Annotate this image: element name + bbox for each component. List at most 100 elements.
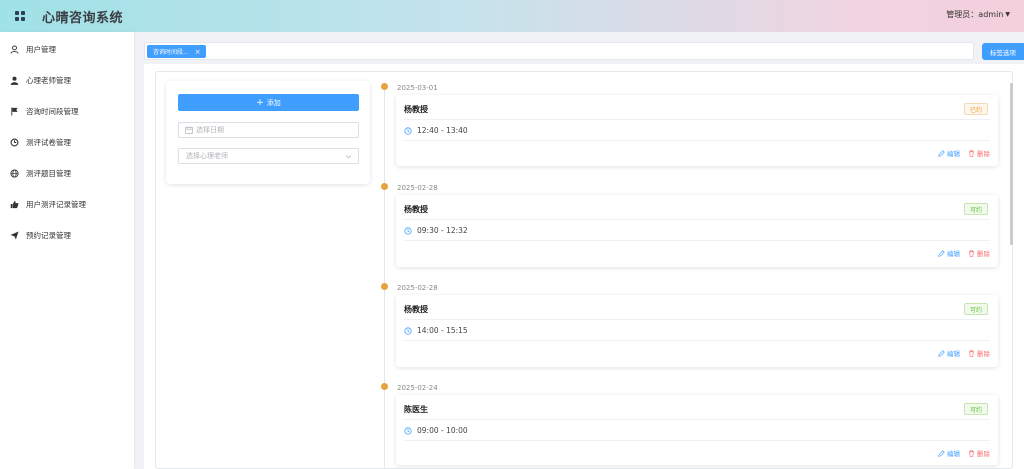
sidebar-item-papers[interactable]: 测评试卷管理 [0,127,134,158]
card-actions: 编辑 删除 [930,248,990,258]
edit-button[interactable]: 编辑 [938,448,960,458]
status-badge: 已约 [963,103,988,115]
timeslot-card: 杨教授 可约 14:00 - 15:15 编辑 删除 [396,295,998,367]
sidebar-item-label: 用户管理 [26,45,56,54]
plus-icon: + [256,97,264,108]
status-badge: 可约 [963,203,988,215]
teacher-name: 杨教授 [404,205,428,214]
delete-button[interactable]: 删除 [968,448,990,458]
sidebar-item-label: 预约记录管理 [26,231,71,240]
add-button[interactable]: + 添加 [178,94,359,111]
time-text: 09:30 - 12:32 [417,226,468,235]
timeline-dot [381,83,388,90]
divider [404,119,990,120]
status-badge: 可约 [963,303,988,315]
tab-label: 咨询时间段... [153,49,189,56]
close-icon[interactable]: × [195,48,201,56]
teacher-name: 陈医生 [404,405,428,414]
top-header: 心晴咨询系统 管理员：admin ▼ [0,0,1024,32]
refresh-circle-icon [9,138,19,148]
trash-icon [969,149,974,157]
timeslot-card: 陈医生 可约 09:00 - 10:00 编辑 删除 [396,395,998,465]
sidebar-item-appointments[interactable]: 预约记录管理 [0,220,134,251]
calendar-icon [185,126,193,134]
tab-timeslot-management[interactable]: 咨询时间段... × [147,45,206,58]
edit-label: 编辑 [947,150,960,158]
clock-icon [404,426,412,435]
tabs-bar: 咨询时间段... × [144,42,974,60]
timeline-dot [381,383,388,390]
edit-button[interactable]: 编辑 [938,348,960,358]
date-picker-input[interactable]: 选择日期 [178,122,359,138]
divider [404,340,990,341]
sidebar-item-users[interactable]: 用户管理 [0,34,134,65]
clock-icon [404,126,412,135]
clock-icon [404,226,412,235]
status-badge: 可约 [963,403,988,415]
divider [404,440,990,441]
delete-label: 删除 [977,150,990,158]
edit-label: 编辑 [947,350,960,358]
sidebar-item-questions[interactable]: 测评题目管理 [0,158,134,189]
time-range: 14:00 - 15:15 [404,326,468,335]
tag-options-label: 标签选项 [990,48,1016,57]
timeline-dot [381,183,388,190]
delete-button[interactable]: 删除 [968,348,990,358]
delete-label: 删除 [977,350,990,358]
divider [404,419,990,420]
user-filled-icon [9,76,19,86]
divider [404,140,990,141]
sidebar-item-teachers[interactable]: 心理老师管理 [0,65,134,96]
timeslot-card: 杨教授 可约 09:30 - 12:32 编辑 删除 [396,195,998,267]
delete-button[interactable]: 删除 [968,148,990,158]
tag-options-button[interactable]: 标签选项 [982,43,1024,60]
timeline-date: 2025-03-01 [397,84,438,92]
time-range: 09:30 - 12:32 [404,226,468,235]
user-outline-icon [9,45,19,55]
trash-icon [969,249,974,257]
teacher-placeholder: 选择心理老师 [186,152,228,160]
delete-label: 删除 [977,450,990,458]
globe-icon [9,169,19,179]
caret-down-icon: ▼ [1005,11,1010,18]
admin-dropdown[interactable]: 管理员：admin ▼ [946,9,1010,20]
delete-label: 删除 [977,250,990,258]
card-actions: 编辑 删除 [930,348,990,358]
edit-icon [938,349,945,357]
grid-menu-icon [15,11,25,21]
app-title: 心晴咨询系统 [42,10,124,26]
scrollbar-thumb[interactable] [1010,83,1013,245]
clock-icon [404,326,412,335]
sidebar: 用户管理 心理老师管理 咨询时间段管理 测评试卷管理 测评题目管理 用户测评记录… [0,32,134,469]
timeline-date: 2025-02-28 [397,184,438,192]
divider [404,319,990,320]
trash-icon [969,349,974,357]
time-range: 09:00 - 10:00 [404,426,468,435]
edit-button[interactable]: 编辑 [938,248,960,258]
date-placeholder: 选择日期 [196,126,224,134]
time-text: 09:00 - 10:00 [417,426,468,435]
time-text: 14:00 - 15:15 [417,326,468,335]
timeline-line [384,86,385,469]
filter-card: + 添加 选择日期 选择心理老师 [166,81,370,184]
sidebar-item-test-records[interactable]: 用户测评记录管理 [0,189,134,220]
sidebar-item-label: 心理老师管理 [26,76,71,85]
timeline-date: 2025-02-24 [397,384,438,392]
time-text: 12:40 - 13:40 [417,126,468,135]
timeline-dot [381,283,388,290]
timeslot-card: 杨教授 已约 12:40 - 13:40 编辑 删除 [396,95,998,166]
card-actions: 编辑 删除 [930,448,990,458]
sidebar-item-label: 咨询时间段管理 [26,107,79,116]
menu-toggle-button[interactable] [0,0,40,32]
sidebar-item-label: 用户测评记录管理 [26,200,86,209]
send-icon [9,231,19,241]
sidebar-item-timeslots[interactable]: 咨询时间段管理 [0,96,134,127]
delete-button[interactable]: 删除 [968,248,990,258]
teacher-select[interactable]: 选择心理老师 [178,148,359,164]
edit-icon [938,149,945,157]
card-actions: 编辑 删除 [930,148,990,158]
admin-label: 管理员：admin [946,10,1004,19]
thumb-up-icon [9,200,19,210]
edit-button[interactable]: 编辑 [938,148,960,158]
teacher-name: 杨教授 [404,105,428,114]
